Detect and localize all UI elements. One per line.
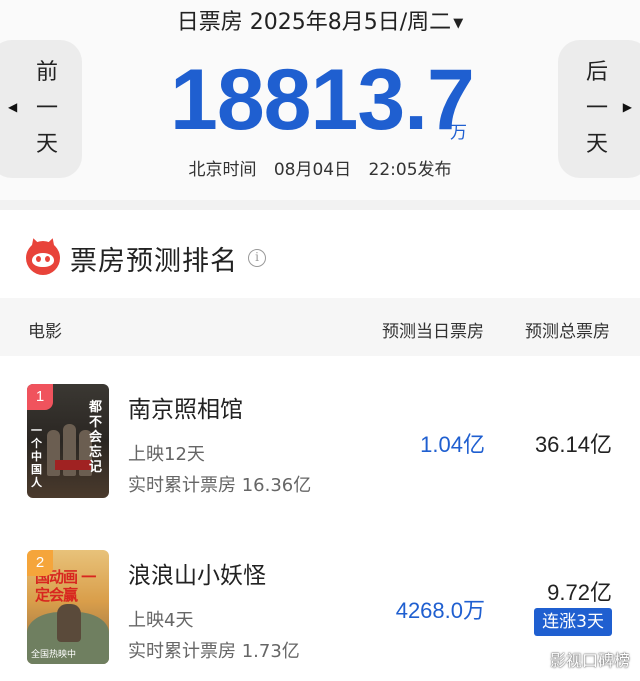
daily-box-office-panel: 日票房 2025年8月5日/周二 ▼ ◀ 前 一 天 18813.7 万 后 一 … [0,0,640,200]
rank-badge: 2 [27,550,53,576]
prev-day-char: 一 [35,96,58,121]
maoyan-cat-logo-icon [26,236,60,275]
column-movie: 电影 [28,322,62,342]
box-office-total: 18813.7 [170,52,475,148]
column-total-forecast: 预测总票房 [525,322,610,342]
movie-cumulative: 实时累计票房 16.36亿 [128,475,312,496]
total-forecast-value: 36.14亿 [534,432,612,457]
section-divider [0,200,640,210]
day-forecast-value: 1.04亿 [420,432,485,457]
date-title: 日票房 2025年8月5日/周二 [176,10,452,35]
movie-row[interactable]: 国动画 一定会赢 全国热映中 2 浪浪山小妖怪 上映4天 实时累计票房 1.73… [0,544,640,681]
box-office-page: 日票房 2025年8月5日/周二 ▼ ◀ 前 一 天 18813.7 万 后 一 … [0,0,640,681]
poster-text: 都不会忘记 [89,400,103,475]
ranking-header: 票房预测排名 i [26,236,266,280]
info-icon[interactable]: i [248,249,266,267]
triangle-right-icon: ▶ [622,100,632,114]
caret-down-icon: ▼ [453,15,464,31]
rank-badge: 1 [27,384,53,410]
poster-caption: 全国热映中 [31,650,77,660]
next-day-char: 后 [586,60,609,85]
column-day-forecast: 预测当日票房 [382,322,484,342]
total-forecast-value: 9.72亿 [547,580,612,605]
day-forecast-value: 4268.0万 [395,598,485,623]
poster-text: 一个中国人 [31,424,42,489]
movie-days: 上映4天 [128,610,194,631]
box-office-unit: 万 [450,123,467,143]
ranking-title: 票房预测排名 [70,245,238,277]
movie-days: 上映12天 [128,444,205,465]
prev-day-char: 前 [35,60,58,85]
movie-name: 浪浪山小妖怪 [128,563,266,589]
publish-date: 08月04日 [273,160,352,180]
triangle-left-icon: ◀ [8,100,18,114]
movie-row[interactable]: 都不会忘记 一个中国人 1 南京照相馆 上映12天 实时累计票房 16.36亿 … [0,378,640,518]
publish-city: 北京时间 [188,160,257,180]
publish-time-line: 北京时间 08月04日 22:05发布 [0,155,640,180]
movie-name: 南京照相馆 [128,397,243,423]
trend-badge: 连涨3天 [534,608,612,636]
publish-time: 22:05发布 [368,160,452,180]
next-day-char: 一 [586,96,609,121]
watermark: 影视口碑榜 [549,651,630,670]
column-headers: 电影 预测当日票房 预测总票房 [0,298,640,356]
date-selector[interactable]: 日票房 2025年8月5日/周二 ▼ [0,4,640,36]
movie-cumulative: 实时累计票房 1.73亿 [128,641,300,662]
